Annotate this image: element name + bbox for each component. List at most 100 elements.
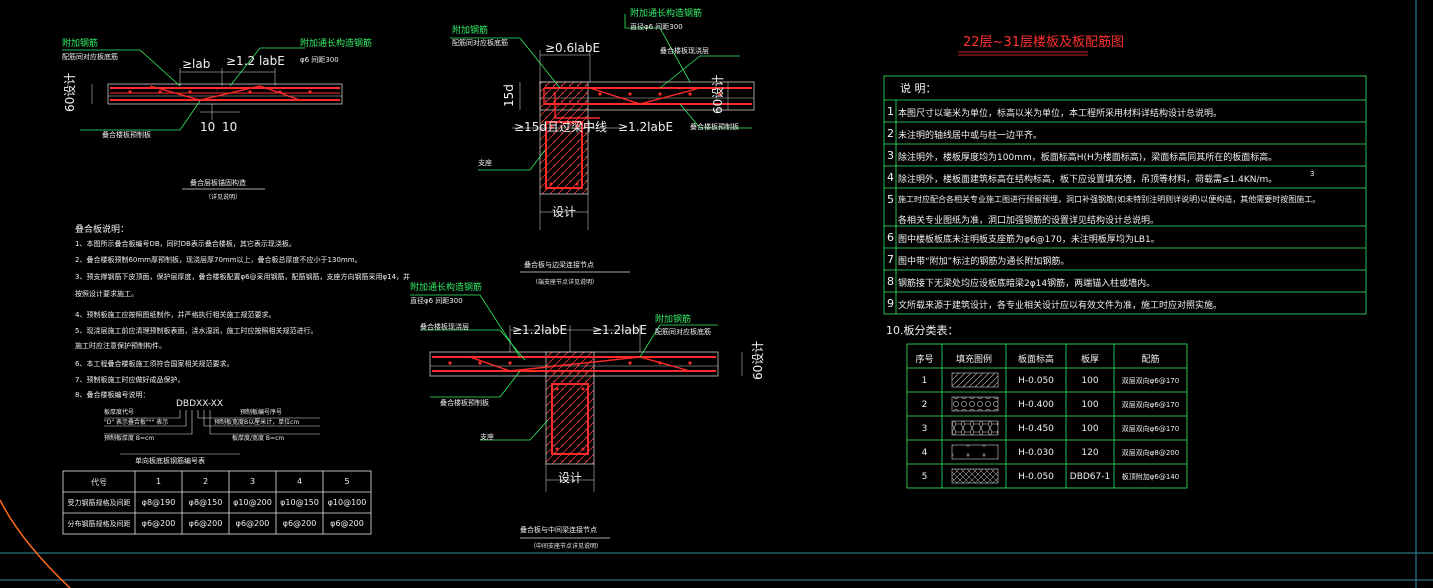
d3-callout-additional-bar: 附加钢筋 (655, 315, 692, 325)
type-table-no: 3 (921, 424, 928, 434)
type-table-header: 填充图例 (955, 355, 992, 365)
type-table-no: 2 (921, 400, 928, 410)
left-notes-heading: 叠合板说明： (75, 225, 130, 235)
type-table-thick: 100 (1081, 400, 1099, 410)
code-legend-right-bot: 板厚度/宽度 B=cm (232, 435, 285, 442)
note-text: 文所载来源于建筑设计，各专业相关设计应以有效文件为准，施工时应对照实施。 (898, 301, 1223, 311)
type-table-rebar: 双层双向φ6@170 (1121, 377, 1180, 385)
d3-label-support: 支座 (480, 433, 494, 441)
d3-dim-60: 60设计 (751, 340, 765, 380)
left-note-line: 6、本工程叠合楼板施工须符合国家相关规范要求。 (75, 360, 234, 368)
drawing-title: 22层~31层楼板及板配筋图 (963, 35, 1124, 50)
left-note-line: 5、现浇层施工前应清理预制板表面，浇水湿润，施工时应按照相关规范进行。 (75, 327, 318, 335)
d3-callout-cast-layer: 叠合楼板现浇层 (420, 323, 469, 331)
code-legend-right-mid: 预制板宽度B以厘米计，单位cm (214, 419, 300, 426)
type-table-level: H-0.050 (1018, 472, 1054, 482)
rebar-table-cell: φ8@150 (188, 498, 223, 507)
type-table-thick: 100 (1081, 424, 1099, 434)
rebar-table-cell: φ6@200 (282, 519, 317, 528)
rebar-table-cell: φ6@200 (188, 519, 223, 528)
d2-caption: 叠合板与边梁连接节点 (524, 261, 594, 269)
d2-dim-06labe: ≥0.6labE (545, 41, 601, 55)
type-table-no: 5 (921, 472, 928, 482)
d2-dim-15d-beam: ≥15d且过梁中线 (514, 120, 607, 134)
d2-callout-cast-layer: 叠合楼板现浇层 (660, 47, 709, 55)
d1-dim-10b: 10 (222, 120, 238, 134)
rebar-table-cell: φ10@200 (233, 498, 272, 507)
rebar-table-cell: 受力钢筋规格及间距 (67, 499, 131, 507)
type-table-header: 板厚 (1080, 355, 1099, 365)
note-number: 7 (887, 253, 894, 266)
type-table-header: 配筋 (1141, 355, 1160, 365)
note-text: 钢筋接下无梁处均应设板底暗梁2φ14钢筋，两端锚入柱或墙内。 (898, 279, 1156, 289)
d1-caption-sub: （详见说明） (205, 194, 242, 201)
d2-label-support: 支座 (478, 159, 492, 167)
rebar-table-cell: φ6@200 (330, 519, 364, 528)
type-table-no: 4 (921, 448, 928, 458)
left-note-line: 按照设计要求施工。 (75, 290, 138, 298)
code-legend-code: DBDXX-XX (176, 399, 224, 409)
type-table-thick: DBD67-1 (1069, 472, 1111, 482)
note-number: 8 (887, 275, 894, 288)
d3-dim-right: ≥1.2labE (592, 323, 648, 337)
rebar-table-header: 4 (296, 477, 303, 486)
type-table-thick: 120 (1081, 448, 1099, 458)
d1-dim-12labe: ≥1.2 labE (226, 54, 285, 68)
type-table-header: 板面标高 (1017, 355, 1054, 365)
note-text: 未注明的轴线居中或与柱一边平齐。 (898, 131, 1043, 141)
rebar-table-cell: φ10@150 (280, 498, 319, 507)
title-underline (958, 51, 1088, 56)
rebar-table-header: 2 (202, 477, 209, 486)
d3-caption-sub: （中间支座节点详见说明） (530, 543, 603, 550)
d3-callout-precast: 叠合楼板预制板 (440, 399, 489, 407)
rebar-spec-table: 代号 1 2 3 4 5 受力钢筋规格及间距 φ8@190 φ8@150 φ10… (63, 471, 371, 534)
d2-dim-12labe: ≥1.2labE (618, 120, 674, 134)
type-table-level: H-0.050 (1018, 376, 1054, 386)
d1-dim-60: 60设计 (63, 72, 77, 112)
note-row: 4 除注明外，楼板面建筑标高在结构标高，板下应设置填充墙，吊顶等材料，荷载需≤1… (884, 166, 1366, 188)
note-number: 4 (887, 171, 894, 184)
type-table-level: H-0.450 (1018, 424, 1054, 434)
d1-callout-through-bar-sub: φ6 间距300 (300, 56, 339, 64)
note-text: 除注明外，楼板面建筑标高在结构标高，板下应设置填充墙，吊顶等材料，荷载需≤1.4… (898, 175, 1278, 185)
note-text: 图中带“附加”标注的钢筋为通长附加钢筋。 (898, 257, 1070, 267)
left-note-line: 8、叠合楼板编号说明： (75, 391, 150, 399)
d2-caption-sub: （端支座节点详见说明） (532, 279, 599, 286)
left-note-line: 7、预制板施工时应做好成品保护。 (75, 376, 185, 384)
orange-boundary-curve (0, 499, 71, 588)
type-table-level: H-0.400 (1018, 400, 1054, 410)
d3-dim-left: ≥1.2labE (512, 323, 568, 337)
d2-dim-15d: 15d (502, 84, 516, 107)
rebar-table-header: 5 (344, 477, 350, 486)
note-row: 3 除注明外，楼板厚度均为100mm，板面标高H(H为楼面标高)，梁面标高同其所… (884, 144, 1366, 166)
slab-type-table: 序号 填充图例 板面标高 板厚 配筋 1 H-0.050 100 双层双向φ6@… (907, 344, 1187, 488)
type-table-rebar: 板顶附加φ6@140 (1121, 473, 1180, 481)
rebar-table-header: 1 (155, 477, 162, 486)
code-legend-left-mid: "D" 表示叠合板""" 表示 (104, 419, 169, 426)
notes-panel: 说 明： 1 本图尺寸以毫米为单位，标高以米为单位，本工程所采用材料详结构设计总… (884, 76, 1366, 314)
cad-drawing-canvas[interactable]: 附加钢筋 配筋同对应板底筋 ≥lab ≥1.2 labE 附加通长构造钢筋 φ6… (0, 0, 1433, 588)
note-text: 除注明外，楼板厚度均为100mm，板面标高H(H为楼面标高)，梁面标高同其所在的… (898, 153, 1278, 163)
note-row: 8 钢筋接下无梁处均应设板底暗梁2φ14钢筋，两端锚入柱或墙内。 (884, 270, 1366, 292)
d2-dim-60: 60设计 (711, 74, 725, 114)
d2-callout-additional-bar: 附加钢筋 (452, 26, 489, 36)
rebar-table-header: 3 (249, 477, 256, 486)
note-text: 施工时应配合各相关专业施工图进行预留预埋，洞口补强钢筋(如未特别注明则详说明)以… (898, 195, 1321, 204)
type-table-header: 序号 (915, 355, 934, 365)
type-table-thick: 100 (1081, 376, 1099, 386)
note-row: 6 图中楼板板底未注明板支座筋为φ6@170，未注明板厚均为LB1。 (884, 226, 1366, 248)
code-legend-caption: 单向板底板钢筋编号表 (135, 457, 205, 465)
rebar-table-cell: φ10@100 (327, 498, 367, 507)
note-row: 7 图中带“附加”标注的钢筋为通长附加钢筋。 (884, 248, 1366, 270)
note-number: 2 (887, 127, 894, 140)
note-number: 1 (887, 105, 894, 118)
d1-callout-additional-bar-sub: 配筋同对应板底筋 (62, 53, 118, 61)
note-row: 1 本图尺寸以毫米为单位，标高以米为单位，本工程所采用材料详结构设计总说明。 (884, 100, 1366, 122)
small-mark: 3 (1310, 170, 1315, 178)
note-text: 本图尺寸以毫米为单位，标高以米为单位，本工程所采用材料详结构设计总说明。 (898, 109, 1223, 119)
note-text: 图中楼板板底未注明板支座筋为φ6@170，未注明板厚均为LB1。 (898, 235, 1160, 245)
code-legend-right-top: 预制板编号序号 (240, 409, 283, 416)
d3-callout-through-bar-sub: 直径φ6 间距300 (410, 297, 463, 305)
rebar-table-header: 代号 (91, 478, 107, 487)
note-number: 5 (887, 193, 894, 206)
